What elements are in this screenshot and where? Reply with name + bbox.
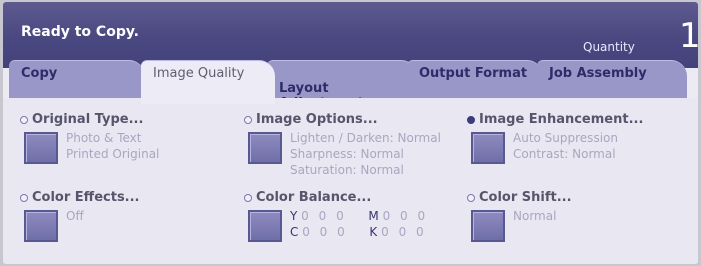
original-type-value: Photo & Text Printed Original xyxy=(66,131,160,161)
color-balance-c-label: C xyxy=(290,225,299,239)
image-enhancement-radio-icon xyxy=(467,116,475,124)
color-shift-value: Normal xyxy=(513,209,557,223)
color-balance-c-values: 0 0 0 xyxy=(302,225,348,239)
quantity-label: Quantity xyxy=(583,40,635,54)
color-balance-m-label: M xyxy=(368,209,379,223)
image-quality-panel: Original Type... Photo & Text Printed Or… xyxy=(3,98,698,264)
color-effects-button[interactable] xyxy=(24,210,58,242)
image-options-button[interactable] xyxy=(248,132,282,164)
color-balance-values: Y 0 0 0 M 0 0 0 C 0 0 0 K 0 0 0 xyxy=(290,208,428,240)
tab-image-quality[interactable]: Image Quality xyxy=(141,60,275,104)
image-options-radio-icon xyxy=(244,116,252,124)
tab-output-format-label: Output Format xyxy=(419,66,528,81)
color-balance-radio-icon xyxy=(244,194,252,202)
original-type-button[interactable] xyxy=(24,132,58,164)
copier-screen: Ready to Copy. Quantity 1 Copy Layout Ad… xyxy=(3,2,698,264)
tab-copy-label: Copy xyxy=(21,66,58,81)
status-text: Ready to Copy. xyxy=(21,24,140,40)
color-effects-radio-icon xyxy=(20,194,28,202)
quantity-value[interactable]: 1 xyxy=(679,16,698,56)
color-balance-m-values: 0 0 0 xyxy=(382,209,429,223)
color-shift-button[interactable] xyxy=(471,210,505,242)
image-enhancement-value: Auto Suppression Contrast: Normal xyxy=(513,131,618,161)
tab-copy[interactable]: Copy xyxy=(9,60,145,100)
color-balance-y-values: 0 0 0 xyxy=(301,209,347,223)
color-balance-button[interactable] xyxy=(248,210,282,242)
tab-job-assembly-label: Job Assembly xyxy=(549,66,647,81)
color-shift-radio-icon xyxy=(467,194,475,202)
tab-image-quality-label: Image Quality xyxy=(153,66,245,81)
color-effects-value: Off xyxy=(66,209,84,223)
color-balance-k-values: 0 0 0 xyxy=(381,225,427,239)
tab-layout-adjustment[interactable]: Layout Adjustment xyxy=(267,60,417,111)
image-enhancement-button[interactable] xyxy=(471,132,505,164)
image-options-value: Lighten / Darken: Normal Sharpness: Norm… xyxy=(290,131,441,177)
status-header: Ready to Copy. Quantity 1 xyxy=(3,2,698,68)
tab-output-format[interactable]: Output Format xyxy=(407,60,543,100)
color-balance-y-label: Y xyxy=(290,209,298,223)
color-balance-k-label: K xyxy=(369,225,378,239)
original-type-radio-icon xyxy=(20,116,28,124)
tab-job-assembly[interactable]: Job Assembly xyxy=(537,60,687,100)
